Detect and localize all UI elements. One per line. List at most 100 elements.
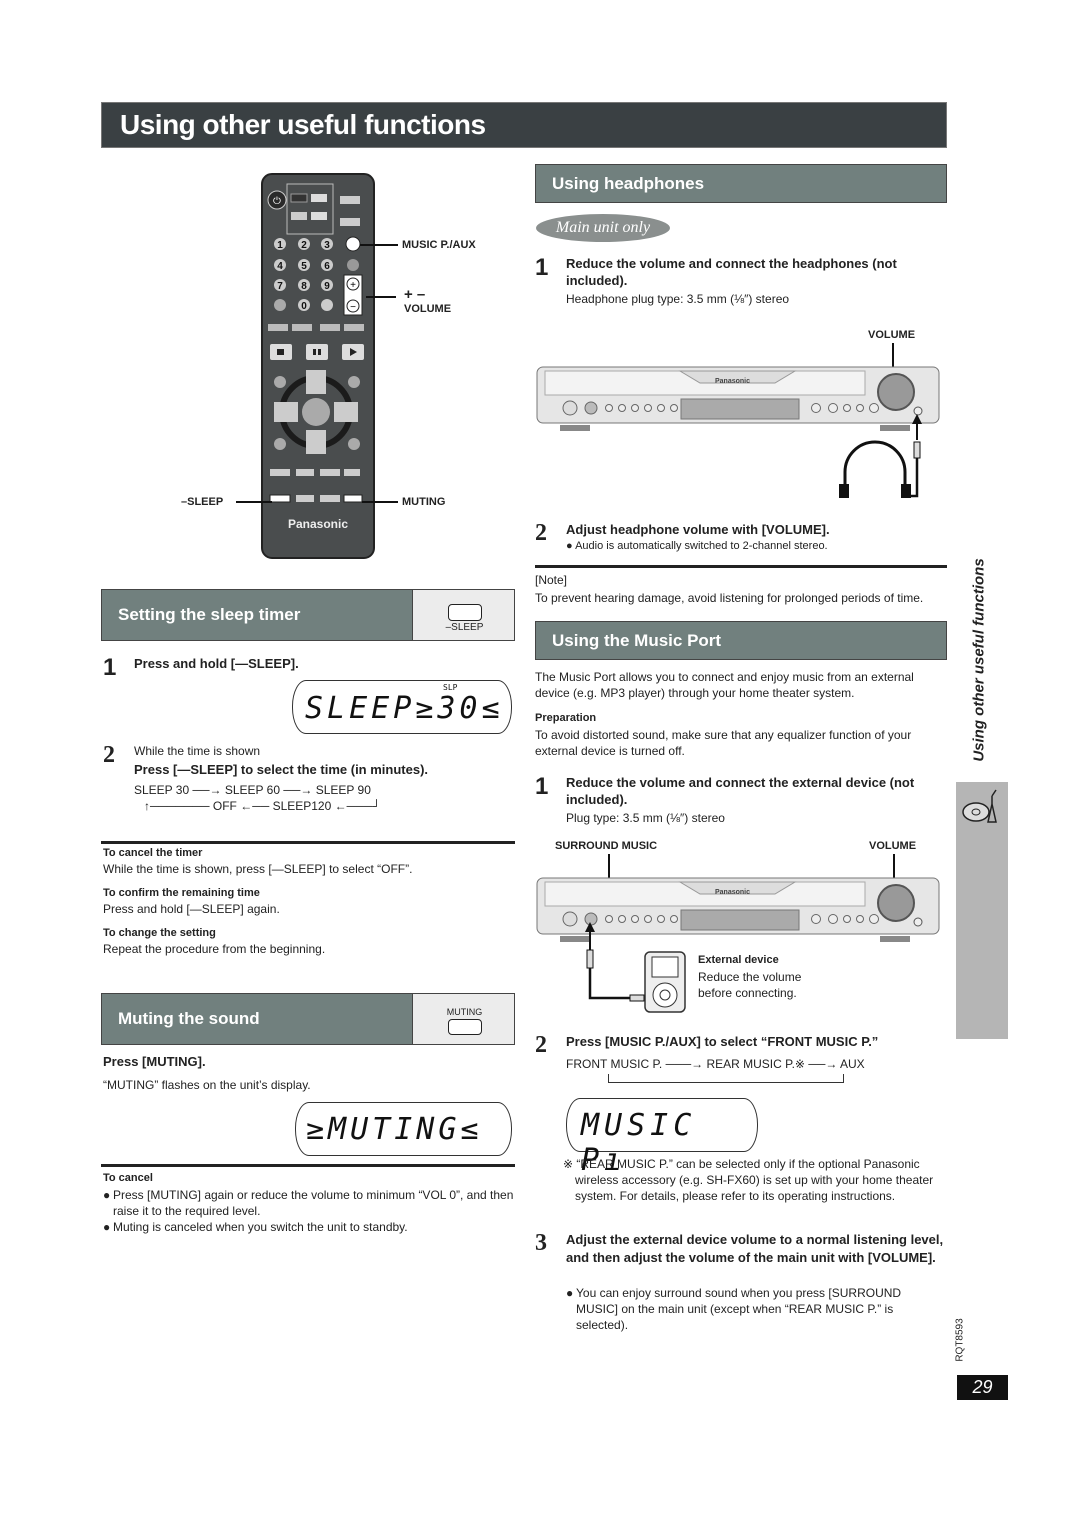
callout-muting: MUTING [402, 496, 446, 508]
sleep-cycle-60: SLEEP 60 [224, 783, 281, 797]
sleep-step1-text: Press and hold [—SLEEP]. [134, 656, 299, 671]
note-title: To cancel the timer [103, 847, 203, 859]
sleep-cycle-90: SLEEP 90 [315, 783, 371, 797]
mp-footnote: ※ “REAR MUSIC P.” can be selected only i… [563, 1157, 934, 1203]
mp-step3-bullet: ● You can enjoy surround sound when you p… [566, 1286, 902, 1332]
muting-cancel-list: ● Press [MUTING] again or reduce the volu… [103, 1187, 515, 1235]
callout-line-sleep [236, 501, 272, 503]
note-cancel-timer: To cancel the timer While the time is sh… [103, 846, 515, 877]
svg-text:2: 2 [301, 240, 307, 251]
bullet-icon: ● [566, 540, 576, 552]
muting-heading: Muting the sound [101, 993, 413, 1045]
side-tab-label: Using other useful functions [970, 558, 988, 762]
svg-text:5: 5 [301, 261, 307, 272]
svg-text:3: 3 [324, 240, 330, 251]
muting-instruction: Press [MUTING]. [103, 1054, 206, 1069]
cycle-return-arrow-icon: ↑─────── [144, 799, 213, 813]
cable-plug-icon [585, 922, 645, 1002]
sleep-step1-number: 1 [103, 654, 117, 681]
cycle-arrow-icon: ──→ [192, 783, 222, 797]
callout-volume: VOLUME [404, 303, 452, 315]
svg-text:1: 1 [277, 240, 283, 251]
muting-button-label: MUTING [446, 1007, 483, 1017]
svg-text:7: 7 [277, 281, 283, 292]
mp-cycle-aux: AUX [840, 1057, 865, 1071]
sleep-notes-divider [101, 841, 515, 844]
note-title: To confirm the remaining time [103, 887, 260, 899]
remote-brand: Panasonic [287, 517, 349, 531]
receiver-brand: Panasonic [715, 378, 751, 385]
sleep-button-icon [448, 604, 482, 621]
svg-text:⏻: ⏻ [273, 196, 281, 207]
mp-cycle-row: FRONT MUSIC P. ───→ REAR MUSIC P.※ ──→ A… [566, 1056, 946, 1072]
remote-control-illustration: ⏻ 1 2 3 4 5 6 7 8 9 0 + − Panasonic [260, 172, 376, 560]
hp-step2-bullet: ● Audio is automatically switched to 2-c… [566, 540, 828, 552]
sleep-button-label: –SLEEP [445, 622, 484, 633]
svg-text:9: 9 [324, 281, 330, 292]
mp-step3-number: 3 [535, 1230, 547, 1256]
muting-description: “MUTING” flashes on the unit’s display. [103, 1078, 311, 1092]
music-port-heading: Using the Music Port [535, 621, 947, 660]
note-change-setting: To change the setting Repeat the procedu… [103, 926, 515, 957]
muting-notes-divider [101, 1164, 515, 1167]
bullet-icon: ● [103, 1220, 111, 1234]
music-port-intro: The Music Port allows you to connect and… [535, 670, 914, 700]
hp-note-title: [Note] [535, 573, 568, 587]
mp-step1-text: Reduce the volume and connect the extern… [566, 775, 915, 807]
cycle-arrow-icon: ←── [240, 799, 270, 813]
note-body: Repeat the procedure from the beginning. [103, 942, 326, 956]
mp-cycle-rear: REAR MUSIC P.※ [706, 1057, 805, 1071]
note-confirm-time: To confirm the remaining time Press and … [103, 886, 515, 917]
hp-step2-number: 2 [535, 520, 547, 546]
svg-text:8: 8 [301, 281, 307, 292]
sleep-cycle-off: OFF [212, 799, 237, 813]
page-number: 29 [957, 1375, 1008, 1400]
sleep-cycle-120: SLEEP120 [272, 799, 332, 813]
remote-body-icon: ⏻ 1 2 3 4 5 6 7 8 9 0 + − [261, 173, 375, 559]
mp-step1-number: 1 [535, 773, 549, 800]
sleep-cycle-row1: SLEEP 30 ──→ SLEEP 60 ──→ SLEEP 90 [134, 782, 434, 798]
callout-sleep: –SLEEP [181, 496, 224, 508]
muting-button-panel: MUTING [412, 993, 515, 1045]
headphones-icon [839, 414, 922, 498]
sleep-step2-number: 2 [103, 742, 115, 768]
mp-step2-number: 2 [535, 1032, 547, 1058]
disc-antenna-icon [962, 789, 997, 823]
external-device-body: Reduce the volume before connecting. [698, 970, 802, 1000]
cycle-arrow-icon: ───→ [665, 1057, 704, 1071]
hp-step1-text: Reduce the volume and connect the headph… [566, 256, 897, 288]
bullet-item: ● Muting is canceled when you switch the … [103, 1220, 408, 1234]
hp-step1-sub: Headphone plug type: 3.5 mm (⅛″) stereo [566, 292, 790, 306]
sleep-cycle-30: SLEEP 30 [134, 783, 190, 797]
external-device-title: External device [698, 954, 779, 966]
muting-lcd-display: ≥MUTING≤ [295, 1102, 512, 1156]
hp-note-body: To prevent hearing damage, avoid listeni… [535, 591, 924, 605]
sleep-timer-heading: Setting the sleep timer [101, 589, 413, 641]
hp-step2-text: Adjust headphone volume with [VOLUME]. [566, 522, 830, 537]
sleep-button-panel: –SLEEP [412, 589, 515, 641]
callout-music-aux: MUSIC P./AUX [402, 239, 476, 251]
svg-text:−: − [350, 302, 356, 313]
mp-cycle-front: FRONT MUSIC P. [566, 1057, 663, 1071]
sleep-lcd-display: SLP SLEEP≥30≤ [292, 680, 512, 734]
sleep-notes: To cancel the timer While the time is sh… [103, 846, 515, 957]
headphones-heading: Using headphones [535, 164, 947, 203]
mp-step2-text: Press [MUSIC P./AUX] to select “FRONT MU… [566, 1034, 879, 1049]
headphones-illustration [835, 412, 925, 502]
mp3-player-icon [644, 951, 686, 1013]
svg-text:6: 6 [324, 261, 330, 272]
hp-step1-number: 1 [535, 254, 549, 281]
page-title-bar: Using other useful functions [101, 102, 947, 148]
svg-text:+: + [350, 280, 356, 291]
side-tab [956, 782, 1008, 1039]
muting-cancel-title: To cancel [103, 1172, 153, 1184]
sleep-step2-text: Press [—SLEEP] to select the time (in mi… [134, 762, 429, 777]
hp-volume-label: VOLUME [868, 329, 916, 341]
mp-step3-text: Adjust the external device volume to a n… [566, 1232, 944, 1265]
callout-line-music-aux [360, 244, 398, 246]
music-lcd-display: MUSIC Pı [566, 1098, 758, 1178]
bullet-icon: ● [103, 1188, 111, 1202]
sleep-step2-pre: While the time is shown [134, 744, 261, 758]
callout-volume-signs: + – [404, 286, 426, 303]
muting-lcd-text: ≥MUTING≤ [306, 1112, 483, 1147]
